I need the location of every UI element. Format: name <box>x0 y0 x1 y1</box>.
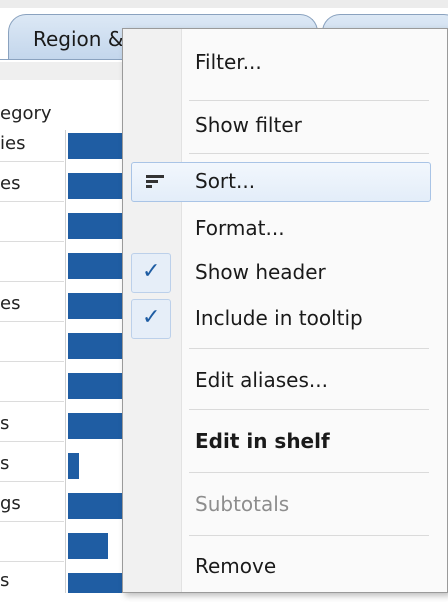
row-divider <box>0 241 64 242</box>
data-bar[interactable] <box>68 173 122 199</box>
data-bar[interactable] <box>68 533 108 559</box>
show-header-check: ✓ <box>131 253 171 293</box>
row-divider <box>0 361 64 362</box>
data-bar[interactable] <box>68 453 79 479</box>
menu-item-edit-aliases[interactable]: Edit aliases... <box>123 361 447 401</box>
menu-item-format[interactable]: Format... <box>123 209 447 249</box>
row-divider <box>0 161 64 162</box>
check-icon: ✓ <box>142 259 161 284</box>
category-column-header[interactable]: egory <box>0 103 52 124</box>
row-divider <box>0 201 64 202</box>
menu-separator <box>189 348 429 349</box>
row-label[interactable]: s <box>0 570 9 591</box>
menu-item-label: Include in tooltip <box>195 306 363 330</box>
row-label[interactable]: s <box>0 453 9 474</box>
row-divider <box>0 521 64 522</box>
data-bar[interactable] <box>68 373 122 399</box>
tab-region-label: Region & <box>33 27 124 51</box>
data-bar[interactable] <box>68 413 122 439</box>
menu-item-label: Edit aliases... <box>195 368 328 392</box>
toolbar-strip <box>0 0 448 8</box>
menu-item-remove[interactable]: Remove <box>123 547 447 587</box>
row-label[interactable]: ies <box>0 133 25 154</box>
sort-icon <box>146 175 166 189</box>
row-divider <box>0 321 64 322</box>
menu-item-label: Sort... <box>195 169 256 193</box>
data-bar[interactable] <box>68 133 122 159</box>
menu-item-label: Format... <box>195 216 285 240</box>
data-bar[interactable] <box>68 493 122 519</box>
data-bar[interactable] <box>68 213 122 239</box>
row-divider <box>0 561 64 562</box>
row-label[interactable]: es <box>0 293 20 314</box>
menu-item-sort[interactable]: Sort... <box>131 162 431 202</box>
menu-item-label: Remove <box>195 554 277 578</box>
menu-item-filter[interactable]: Filter... <box>123 43 447 83</box>
menu-separator <box>189 535 429 536</box>
row-divider <box>0 481 64 482</box>
menu-item-show-header[interactable]: ✓ Show header <box>123 253 447 293</box>
row-label[interactable]: es <box>0 173 20 194</box>
row-divider <box>0 281 64 282</box>
menu-item-label: Show header <box>195 260 326 284</box>
menu-item-include-in-tooltip[interactable]: ✓ Include in tooltip <box>123 299 447 339</box>
row-divider <box>0 401 64 402</box>
row-divider <box>0 441 64 442</box>
menu-item-label: Show filter <box>195 113 302 137</box>
menu-item-subtotals: Subtotals <box>123 485 447 525</box>
menu-separator <box>189 472 429 473</box>
menu-item-edit-in-shelf[interactable]: Edit in shelf <box>123 422 447 462</box>
menu-item-label: Subtotals <box>195 492 290 516</box>
data-bar[interactable] <box>68 293 122 319</box>
menu-separator <box>189 409 429 410</box>
data-bar[interactable] <box>68 573 122 593</box>
shelf-band <box>0 62 130 80</box>
row-label[interactable]: gs <box>0 493 21 514</box>
menu-item-show-filter[interactable]: Show filter <box>123 106 447 146</box>
row-label[interactable]: s <box>0 413 9 434</box>
data-bar[interactable] <box>68 253 122 279</box>
check-icon: ✓ <box>142 305 161 330</box>
menu-separator <box>189 100 429 101</box>
menu-separator <box>189 153 429 154</box>
menu-item-label: Edit in shelf <box>195 429 330 453</box>
menu-item-label: Filter... <box>195 50 262 74</box>
include-tooltip-check: ✓ <box>131 299 171 339</box>
data-bar[interactable] <box>68 333 122 359</box>
field-context-menu: Filter... Show filter Sort... Format... … <box>122 28 448 593</box>
